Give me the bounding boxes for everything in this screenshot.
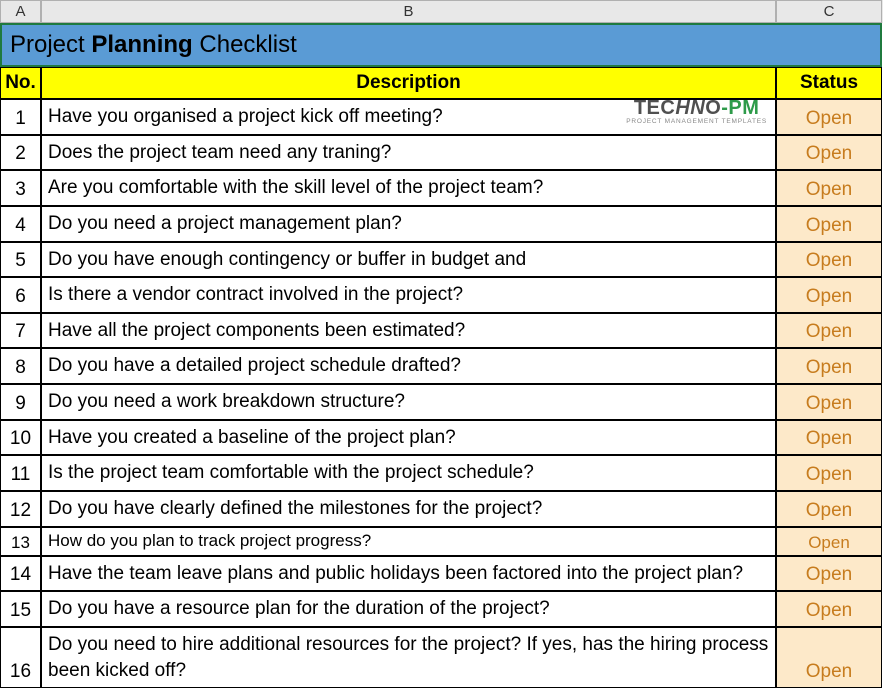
cell-no[interactable]: 4 — [0, 206, 41, 242]
column-header-b[interactable]: B — [41, 0, 776, 23]
cell-no[interactable]: 9 — [0, 384, 41, 420]
cell-description[interactable]: Have you created a baseline of the proje… — [41, 420, 776, 456]
table-row: 4 Do you need a project management plan?… — [0, 206, 883, 242]
cell-status[interactable]: Open — [776, 313, 882, 349]
cell-status[interactable]: Open — [776, 242, 882, 278]
cell-no[interactable]: 7 — [0, 313, 41, 349]
table-row: 3 Are you comfortable with the skill lev… — [0, 170, 883, 206]
title-bold: Planning — [91, 31, 192, 58]
cell-description[interactable]: Do you have enough contingency or buffer… — [41, 242, 776, 278]
cell-no[interactable]: 16 — [0, 627, 41, 688]
column-header-c[interactable]: C — [776, 0, 882, 23]
table-row: 6 Is there a vendor contract involved in… — [0, 277, 883, 313]
title-row: Project Planning Checklist — [0, 23, 883, 67]
cell-status[interactable]: Open — [776, 348, 882, 384]
title-cell[interactable]: Project Planning Checklist — [0, 23, 882, 67]
cell-no[interactable]: 8 — [0, 348, 41, 384]
title-suffix: Checklist — [193, 31, 297, 58]
cell-no[interactable]: 14 — [0, 556, 41, 592]
cell-description[interactable]: Do you need a work breakdown structure? — [41, 384, 776, 420]
cell-no[interactable]: 13 — [0, 527, 41, 556]
header-description[interactable]: Description — [41, 67, 776, 99]
cell-status[interactable]: Open — [776, 277, 882, 313]
logo-part3: O — [705, 97, 721, 119]
cell-status[interactable]: Open — [776, 206, 882, 242]
table-row: 15 Do you have a resource plan for the d… — [0, 591, 883, 627]
cell-no[interactable]: 10 — [0, 420, 41, 456]
cell-description[interactable]: Do you need a project management plan? — [41, 206, 776, 242]
cell-description[interactable]: Do you have clearly defined the mileston… — [41, 491, 776, 527]
cell-no[interactable]: 15 — [0, 591, 41, 627]
header-status[interactable]: Status — [776, 67, 882, 99]
cell-description[interactable]: Do you need to hire additional resources… — [41, 627, 776, 688]
cell-status[interactable]: Open — [776, 384, 882, 420]
cell-no[interactable]: 3 — [0, 170, 41, 206]
logo-part2: HN — [675, 97, 705, 119]
column-header-a[interactable]: A — [0, 0, 41, 23]
column-headers-row: A B C — [0, 0, 883, 23]
logo-part1: TEC — [634, 97, 676, 119]
table-row: 5 Do you have enough contingency or buff… — [0, 242, 883, 278]
cell-no[interactable]: 5 — [0, 242, 41, 278]
cell-description-text: Have you organised a project kick off me… — [48, 106, 443, 127]
table-row: 10 Have you created a baseline of the pr… — [0, 420, 883, 456]
logo-sub: PROJECT MANAGEMENT TEMPLATES — [626, 119, 767, 126]
logo: TECHNO-PM PROJECT MANAGEMENT TEMPLATES — [626, 98, 767, 126]
rows-container: 1 Have you organised a project kick off … — [0, 99, 883, 688]
table-row: 12 Do you have clearly defined the miles… — [0, 491, 883, 527]
cell-status[interactable]: Open — [776, 556, 882, 592]
cell-no[interactable]: 1 — [0, 99, 41, 135]
logo-part4: -PM — [721, 97, 759, 119]
title-prefix: Project — [10, 31, 91, 58]
logo-main: TECHNO-PM — [626, 98, 767, 118]
cell-description[interactable]: How do you plan to track project progres… — [41, 527, 776, 556]
cell-status[interactable]: Open — [776, 99, 882, 135]
cell-no[interactable]: 12 — [0, 491, 41, 527]
cell-description[interactable]: Do you have a detailed project schedule … — [41, 348, 776, 384]
table-row: 13 How do you plan to track project prog… — [0, 527, 883, 556]
cell-status[interactable]: Open — [776, 170, 882, 206]
table-header-row: No. Description Status — [0, 67, 883, 99]
table-row: 11 Is the project team comfortable with … — [0, 455, 883, 491]
cell-no[interactable]: 6 — [0, 277, 41, 313]
cell-status[interactable]: Open — [776, 420, 882, 456]
cell-status[interactable]: Open — [776, 527, 882, 556]
cell-status[interactable]: Open — [776, 135, 882, 171]
cell-description[interactable]: Have all the project components been est… — [41, 313, 776, 349]
spreadsheet-container: A B C Project Planning Checklist No. Des… — [0, 0, 883, 688]
cell-description[interactable]: Are you comfortable with the skill level… — [41, 170, 776, 206]
table-row: 14 Have the team leave plans and public … — [0, 556, 883, 592]
cell-description[interactable]: Do you have a resource plan for the dura… — [41, 591, 776, 627]
table-row: 7 Have all the project components been e… — [0, 313, 883, 349]
header-no[interactable]: No. — [0, 67, 41, 99]
cell-status[interactable]: Open — [776, 491, 882, 527]
table-row: 16 Do you need to hire additional resour… — [0, 627, 883, 688]
table-row: 1 Have you organised a project kick off … — [0, 99, 883, 135]
cell-description[interactable]: Is there a vendor contract involved in t… — [41, 277, 776, 313]
cell-status[interactable]: Open — [776, 627, 882, 688]
cell-description[interactable]: Have you organised a project kick off me… — [41, 99, 776, 135]
cell-status[interactable]: Open — [776, 591, 882, 627]
cell-description[interactable]: Does the project team need any traning? — [41, 135, 776, 171]
table-row: 2 Does the project team need any traning… — [0, 135, 883, 171]
table-row: 9 Do you need a work breakdown structure… — [0, 384, 883, 420]
table-row: 8 Do you have a detailed project schedul… — [0, 348, 883, 384]
cell-status[interactable]: Open — [776, 455, 882, 491]
cell-description[interactable]: Have the team leave plans and public hol… — [41, 556, 776, 592]
cell-no[interactable]: 11 — [0, 455, 41, 491]
cell-description[interactable]: Is the project team comfortable with the… — [41, 455, 776, 491]
cell-no[interactable]: 2 — [0, 135, 41, 171]
